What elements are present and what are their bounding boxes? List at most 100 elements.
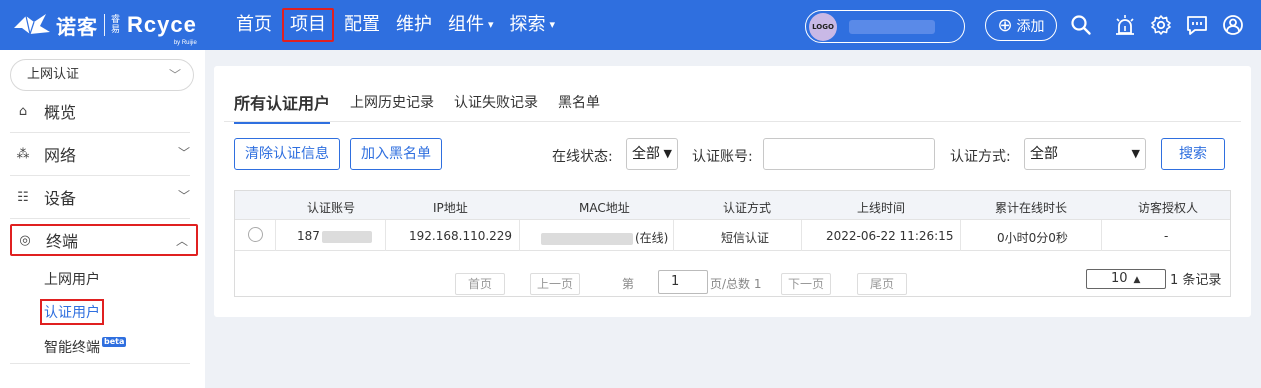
sidebar-item-terminal[interactable]: ◎ 终端 ︿ xyxy=(10,224,198,256)
nav-explore[interactable]: 探索 ▾ xyxy=(504,8,562,42)
cell-account: 187 xyxy=(297,229,372,243)
method-value: 全部 xyxy=(1030,146,1058,162)
column-divider xyxy=(1101,220,1102,251)
header-online-time: 上线时间 xyxy=(857,201,906,215)
project-selector[interactable]: LOGO xyxy=(805,10,965,43)
divider xyxy=(10,363,190,364)
column-divider xyxy=(673,220,674,251)
account-input[interactable] xyxy=(763,138,935,170)
main-nav: 首页 项目 配置 维护 组件 ▾ 探索 ▾ xyxy=(230,8,565,42)
redacted-value xyxy=(541,232,633,245)
column-divider xyxy=(801,220,802,251)
column-divider xyxy=(960,220,961,251)
online-status-value: 全部 xyxy=(632,146,660,162)
top-navigation-bar: 诺客 睿易 Rcyce by Ruijie 首页 项目 配置 维护 组件 ▾ 探索… xyxy=(0,0,1261,50)
cell-online-time: 2022-06-22 11:26:15 xyxy=(826,229,954,243)
table-header: 认证账号 IP地址 MAC地址 认证方式 上线时间 累计在线时长 访客授权人 xyxy=(235,191,1230,220)
beta-badge: beta xyxy=(102,337,127,347)
home-icon: ⌂ xyxy=(18,103,28,119)
header-mac: MAC地址 xyxy=(579,201,630,215)
gear-icon[interactable] xyxy=(1150,14,1172,36)
add-button[interactable]: ⊕ 添加 xyxy=(985,10,1057,41)
next-page-button[interactable]: 下一页 xyxy=(781,273,831,295)
cell-authorizer: - xyxy=(1164,229,1169,243)
sidebar-item-network[interactable]: ⁂ 网络 ﹀ xyxy=(10,138,198,170)
project-name-redacted xyxy=(849,19,935,34)
nav-components-label: 组件 xyxy=(448,14,484,35)
chevron-down-icon: ▼ xyxy=(663,147,672,160)
brand-separator xyxy=(104,14,105,36)
add-label: 添加 xyxy=(1016,18,1045,35)
chevron-down-icon: ﹀ xyxy=(168,68,181,82)
search-icon[interactable] xyxy=(1070,14,1092,36)
page-size-select[interactable]: 10 ▲ xyxy=(1086,269,1166,289)
prev-page-button[interactable]: 上一页 xyxy=(530,273,580,295)
module-select-value: 上网认证 xyxy=(27,67,80,82)
module-select[interactable]: 上网认证 ﹀ xyxy=(10,59,194,91)
total-records: 1 条记录 xyxy=(1170,273,1222,288)
divider xyxy=(10,175,190,176)
terminal-icon: ◎ xyxy=(19,232,31,248)
chevron-down-icon: ▼ xyxy=(1131,147,1140,160)
online-status-select[interactable]: 全部 ▼ xyxy=(626,138,678,170)
user-icon[interactable] xyxy=(1222,14,1244,36)
sub-item-auth-users[interactable]: 认证用户 xyxy=(40,299,104,325)
header-method: 认证方式 xyxy=(723,201,772,215)
plus-icon: ⊕ xyxy=(997,14,1013,36)
ruijie-tagline: by Ruijie xyxy=(173,40,197,46)
caret-down-icon: ▾ xyxy=(488,18,494,31)
tab-online-history[interactable]: 上网历史记录 xyxy=(350,92,434,112)
first-page-button[interactable]: 首页 xyxy=(455,273,505,295)
brand-name: 诺客 xyxy=(56,14,98,39)
add-to-blacklist-button[interactable]: 加入黑名单 xyxy=(350,138,442,170)
chevron-up-icon: ︿ xyxy=(175,234,188,248)
brand-logo[interactable]: 诺客 睿易 Rcyce by Ruijie xyxy=(12,10,197,46)
tab-all-auth-users[interactable]: 所有认证用户 xyxy=(234,90,331,124)
sidebar-item-device[interactable]: ☷ 设备 ﹀ xyxy=(10,181,198,213)
header-ip: IP地址 xyxy=(433,201,468,215)
online-status-label: 在线状态: xyxy=(552,149,613,165)
brand-subname: 睿易 xyxy=(111,15,121,35)
nav-config[interactable]: 配置 xyxy=(338,8,386,42)
table-row[interactable]: 187 192.168.110.229 (在线) 短信认证 2022-06-22… xyxy=(235,220,1230,251)
caret-down-icon: ▾ xyxy=(549,18,556,31)
column-divider xyxy=(385,220,386,251)
header-account: 认证账号 xyxy=(307,201,356,215)
cell-mac: (在线) xyxy=(541,229,668,246)
tab-blacklist[interactable]: 黑名单 xyxy=(558,92,600,112)
column-divider xyxy=(519,220,520,251)
project-logo: LOGO xyxy=(809,12,837,41)
divider xyxy=(10,218,190,219)
sidebar-item-overview[interactable]: ⌂ 概览 xyxy=(10,95,198,127)
account-prefix: 187 xyxy=(297,229,320,243)
row-radio[interactable] xyxy=(248,227,263,242)
tab-auth-failures[interactable]: 认证失败记录 xyxy=(454,92,538,112)
caret-up-icon: ▲ xyxy=(1133,275,1141,285)
device-icon: ☷ xyxy=(17,189,29,205)
nav-maintenance[interactable]: 维护 xyxy=(390,8,438,42)
clear-auth-button[interactable]: 清除认证信息 xyxy=(234,138,340,170)
sub-item-smart-terminal[interactable]: 智能终端 beta xyxy=(44,337,127,357)
search-button[interactable]: 搜索 xyxy=(1161,138,1225,170)
sub-item-label: 智能终端 xyxy=(44,340,100,356)
chevron-down-icon: ﹀ xyxy=(177,146,190,160)
sidebar: 上网认证 ﹀ ⌂ 概览 ⁂ 网络 ﹀ ☷ 设备 ﹀ ◎ 终端 ︿ 上网用户 认证… xyxy=(0,50,205,388)
account-label: 认证账号: xyxy=(692,149,753,165)
cell-ip: 192.168.110.229 xyxy=(409,229,513,243)
alarm-icon[interactable] xyxy=(1114,14,1136,36)
page-number-input[interactable]: 1 xyxy=(658,270,708,294)
message-icon[interactable] xyxy=(1186,14,1208,36)
divider xyxy=(10,132,190,133)
reyee-text: Rcyce xyxy=(127,12,197,37)
bird-logo-icon xyxy=(14,14,50,35)
main-card: 所有认证用户 上网历史记录 认证失败记录 黑名单 清除认证信息 加入黑名单 在线… xyxy=(214,66,1251,317)
method-select[interactable]: 全部 ▼ xyxy=(1024,138,1146,170)
nav-project[interactable]: 项目 xyxy=(282,8,334,42)
nav-home[interactable]: 首页 xyxy=(230,8,278,42)
sidebar-item-label: 网络 xyxy=(44,146,77,165)
nav-components[interactable]: 组件 ▾ xyxy=(442,8,500,42)
cell-duration: 0小时0分0秒 xyxy=(997,231,1068,245)
last-page-button[interactable]: 尾页 xyxy=(857,273,907,295)
sub-item-online-users[interactable]: 上网用户 xyxy=(44,269,100,289)
cell-method: 短信认证 xyxy=(721,231,770,245)
